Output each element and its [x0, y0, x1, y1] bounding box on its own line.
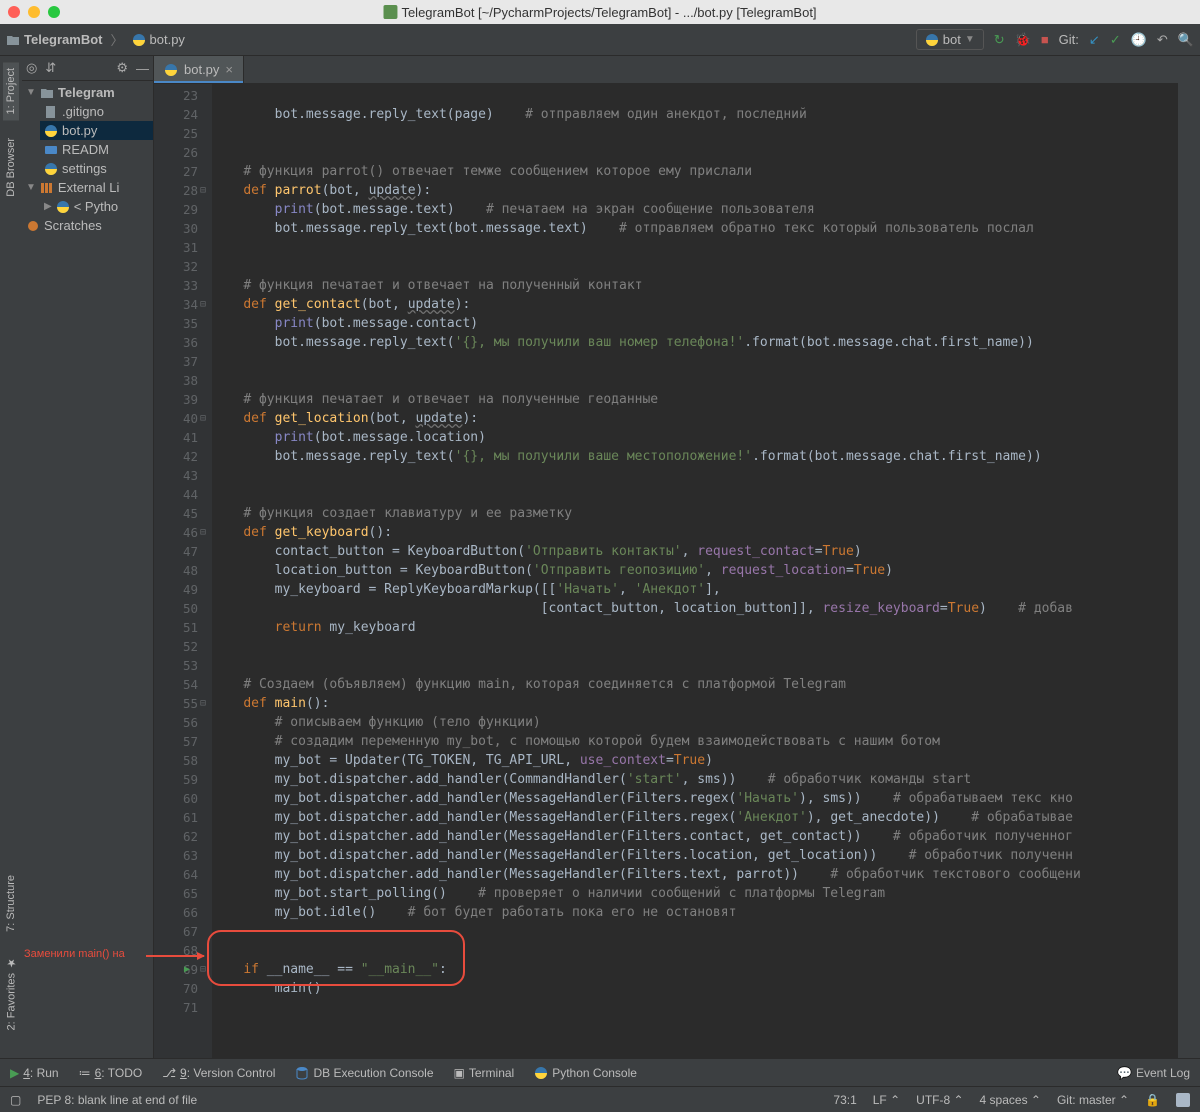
rerun-button[interactable]: ↻ [994, 32, 1005, 48]
close-window-button[interactable] [8, 6, 20, 18]
annotation-box [207, 930, 465, 986]
breadcrumb-project[interactable]: TelegramBot [6, 32, 103, 47]
file-encoding[interactable]: UTF-8 ⌃ [916, 1093, 963, 1107]
file-icon [44, 105, 58, 119]
tree-gitignore[interactable]: .gitigno [40, 102, 153, 121]
window-title: TelegramBot [~/PycharmProjects/TelegramB… [401, 5, 816, 20]
close-tab-icon[interactable]: × [225, 62, 233, 77]
search-icon[interactable]: 🔍 [1178, 32, 1194, 48]
python-file-icon [164, 63, 178, 77]
editor-gutter[interactable]: 232425262728⊟293031323334⊟353637383940⊟4… [154, 84, 212, 1058]
gear-icon[interactable]: ⚙ [116, 60, 128, 76]
tree-settings[interactable]: settings [40, 159, 153, 178]
db-console-button[interactable]: DB Execution Console [295, 1066, 433, 1080]
annotation-arrow [146, 955, 204, 957]
stop-button[interactable]: ■ [1041, 32, 1049, 47]
db-browser-toolwindow-tab[interactable]: DB Browser [3, 132, 19, 203]
scratch-icon [26, 219, 40, 233]
tree-root[interactable]: ▼ Telegram [22, 83, 153, 102]
lock-icon[interactable]: 🔒 [1145, 1093, 1160, 1107]
cursor-position[interactable]: 73:1 [833, 1093, 856, 1107]
folder-icon [40, 86, 54, 100]
right-tool-strip [1178, 56, 1200, 1058]
minimize-window-button[interactable] [28, 6, 40, 18]
annotation-label: Заменили main() на [24, 948, 125, 960]
status-bar: ▢ PEP 8: blank line at end of file 73:1 … [0, 1086, 1200, 1112]
python-file-icon [44, 124, 58, 138]
editor-area: bot.py × 232425262728⊟293031323334⊟35363… [154, 56, 1178, 1058]
app-icon [383, 5, 397, 19]
python-icon [534, 1066, 548, 1080]
folder-icon [6, 33, 20, 47]
python-icon [56, 200, 70, 214]
project-toolwindow-tab[interactable]: 1: Project [3, 62, 19, 120]
git-label: Git: [1059, 32, 1079, 47]
code-editor[interactable]: bot.message.reply_text(page) # отправляе… [212, 84, 1178, 1058]
navigation-bar: TelegramBot 〉 bot.py bot ▼ ↻ 🐞 ■ Git: ↙ … [0, 24, 1200, 56]
indent-settings[interactable]: 4 spaces ⌃ [980, 1093, 1041, 1107]
tree-external-libs[interactable]: ▼ External Li [22, 178, 153, 197]
status-message: PEP 8: blank line at end of file [37, 1093, 197, 1107]
editor-tab-bot-py[interactable]: bot.py × [154, 56, 244, 83]
run-toolwindow-button[interactable]: ▶ 4: Run [10, 1066, 59, 1080]
db-icon [295, 1066, 309, 1080]
tree-python-interp[interactable]: ▶ < Pytho [40, 197, 153, 216]
minimize-icon[interactable]: — [136, 61, 149, 76]
maximize-window-button[interactable] [48, 6, 60, 18]
collapse-icon[interactable]: ⇵ [45, 60, 56, 76]
line-separator[interactable]: LF ⌃ [873, 1093, 900, 1107]
vcs-toolwindow-button[interactable]: ⎇ 9: Version Control [162, 1066, 275, 1080]
git-commit-button[interactable]: ✓ [1110, 32, 1121, 48]
tree-readme[interactable]: READM [40, 140, 153, 159]
git-update-button[interactable]: ↙ [1089, 32, 1100, 48]
terminal-button[interactable]: ▣ Terminal [454, 1066, 515, 1080]
tree-bot-py[interactable]: bot.py [40, 121, 153, 140]
favorites-toolwindow-tab[interactable]: 2: Favorites ★ [3, 950, 20, 1036]
titlebar: TelegramBot [~/PycharmProjects/TelegramB… [0, 0, 1200, 24]
todo-toolwindow-button[interactable]: ≔ 6: TODO [79, 1066, 143, 1080]
structure-toolwindow-tab[interactable]: 7: Structure [3, 869, 19, 938]
chevron-right-icon: 〉 [111, 30, 124, 49]
target-icon[interactable]: ◎ [26, 60, 37, 76]
breadcrumb-file[interactable]: bot.py [132, 32, 185, 47]
run-config-selector[interactable]: bot ▼ [916, 29, 984, 50]
undo-icon[interactable]: ↶ [1157, 32, 1168, 48]
python-file-icon [132, 33, 146, 47]
project-panel: ◎ ⇵ ⚙ — ▼ Telegram .gitigno bot.py READM [22, 56, 154, 1058]
tree-scratches[interactable]: Scratches [22, 216, 153, 235]
markdown-icon [44, 143, 58, 157]
event-log-button[interactable]: 💬 Event Log [1117, 1066, 1190, 1080]
hide-toolwindows-icon[interactable]: ▢ [10, 1093, 21, 1107]
left-tool-strip: 1: Project DB Browser 7: Structure 2: Fa… [0, 56, 22, 1058]
python-icon [925, 33, 939, 47]
hector-icon[interactable] [1176, 1093, 1190, 1107]
bottom-toolbar: ▶ 4: Run ≔ 6: TODO ⎇ 9: Version Control … [0, 1058, 1200, 1086]
python-console-button[interactable]: Python Console [534, 1066, 637, 1080]
python-file-icon [44, 162, 58, 176]
git-branch[interactable]: Git: master ⌃ [1057, 1093, 1129, 1107]
history-icon[interactable]: 🕘 [1131, 32, 1147, 48]
library-icon [40, 181, 54, 195]
debug-button[interactable]: 🐞 [1015, 32, 1031, 48]
